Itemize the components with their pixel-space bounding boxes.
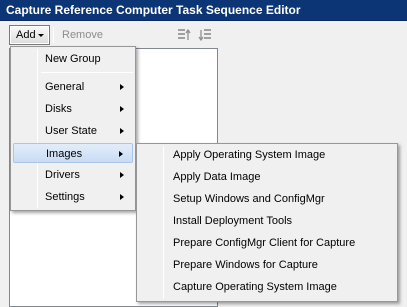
menu-item-drivers[interactable]: Drivers [13,165,133,185]
submenu-item-label: Install Deployment Tools [173,215,293,227]
menu-item-label: User State [45,125,97,137]
submenu-item-apply-data-image[interactable]: Apply Data Image [139,167,395,188]
menu-item-label: Disks [45,103,72,115]
submenu-item-setup-windows-configmgr[interactable]: Setup Windows and ConfigMgr [139,189,395,210]
add-button[interactable]: Add [9,25,50,45]
images-submenu: Apply Operating System Image Apply Data … [136,143,398,302]
menu-item-label: New Group [45,53,101,65]
toolbar-separator [53,27,54,43]
submenu-item-label: Prepare ConfigMgr Client for Capture [173,237,356,249]
window-title: Capture Reference Computer Task Sequence… [0,0,407,21]
submenu-item-apply-os-image[interactable]: Apply Operating System Image [139,145,395,166]
submenu-item-label: Apply Operating System Image [173,149,326,161]
submenu-item-label: Capture Operating System Image [173,281,337,293]
submenu-item-install-deployment-tools[interactable]: Install Deployment Tools [139,211,395,232]
submenu-item-prepare-configmgr-client[interactable]: Prepare ConfigMgr Client for Capture [139,233,395,254]
remove-button[interactable]: Remove [55,25,109,45]
menu-item-label: Settings [45,191,85,203]
menu-item-label: General [45,81,85,93]
menu-item-new-group[interactable]: New Group [13,49,133,69]
toolbar: Add Remove [0,22,407,48]
move-down-icon[interactable] [197,27,213,43]
move-up-icon[interactable] [176,27,192,43]
chevron-down-icon [38,34,44,37]
add-menu: New Group General Disks User State Image… [10,46,136,211]
chevron-right-icon [119,151,123,157]
remove-button-label: Remove [62,29,103,41]
submenu-item-capture-os-image[interactable]: Capture Operating System Image [139,277,395,298]
menu-item-label: Drivers [45,169,80,181]
menu-item-images[interactable]: Images [13,143,133,163]
menu-item-settings[interactable]: Settings [13,187,133,207]
chevron-right-icon [120,128,124,134]
submenu-item-label: Setup Windows and ConfigMgr [173,193,325,205]
submenu-item-prepare-windows[interactable]: Prepare Windows for Capture [139,255,395,276]
add-button-label: Add [16,29,36,41]
menu-separator [41,72,133,73]
chevron-right-icon [120,84,124,90]
menu-item-disks[interactable]: Disks [13,99,133,119]
menu-item-label: Images [46,148,83,160]
menu-item-general[interactable]: General [13,77,133,97]
submenu-item-label: Apply Data Image [173,171,261,183]
chevron-right-icon [120,106,124,112]
submenu-item-label: Prepare Windows for Capture [173,259,318,271]
chevron-right-icon [120,194,124,200]
chevron-right-icon [120,172,124,178]
menu-item-user-state[interactable]: User State [13,121,133,141]
